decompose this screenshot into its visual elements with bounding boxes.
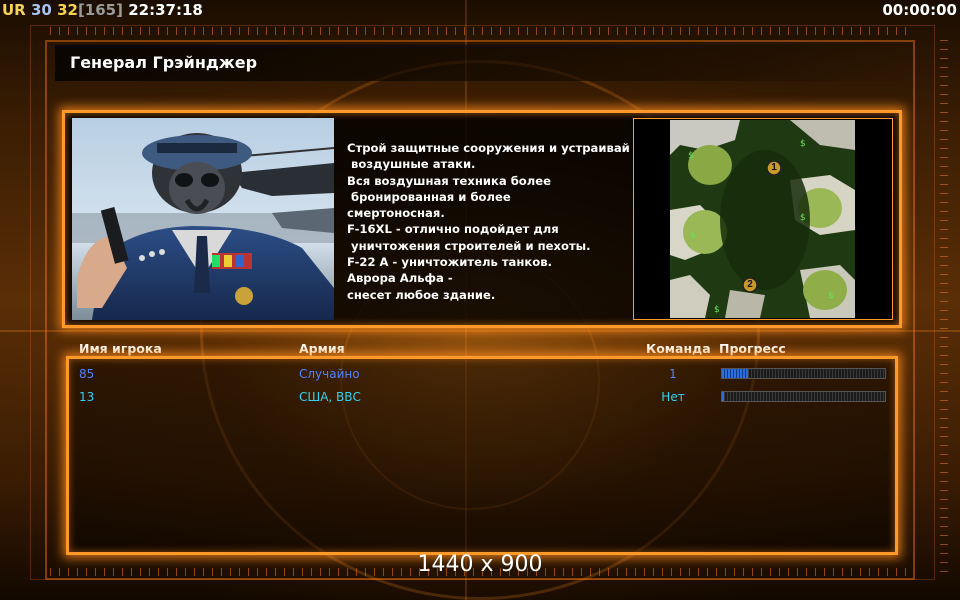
player-team-select-1[interactable]: 1: [648, 367, 698, 381]
svg-text:$: $: [800, 139, 806, 149]
player-name-2[interactable]: 13: [79, 390, 94, 404]
description-line: F-16XL - отлично подойдет для: [347, 222, 559, 237]
description-line: смертоносная.: [347, 206, 445, 221]
player-progress-bar-1: [721, 368, 886, 379]
general-portrait-image: [72, 118, 334, 320]
player-army-select-2[interactable]: США, ВВС: [299, 390, 361, 404]
description-line: уничтожения строителей и пехоты.: [347, 238, 591, 253]
hud-stats: UR 30 32[165] 22:37:18: [2, 0, 203, 20]
description-line: бронированная и более: [347, 189, 511, 204]
general-title: Генерал Грэйнджер: [70, 53, 258, 72]
svg-text:$: $: [688, 151, 694, 161]
player-progress-bar-2: [721, 391, 886, 402]
hud-timer: 00:00:00: [882, 1, 957, 19]
description-line: Аврора Альфа -: [347, 271, 453, 286]
player-progress-fill-2: [722, 392, 724, 401]
header-progress: Прогресс: [719, 341, 786, 356]
svg-text:$: $: [828, 291, 834, 301]
resolution-label: 1440 x 900: [417, 552, 543, 577]
hud-ur-label: UR: [2, 1, 26, 19]
description-line: снесет любое здание.: [347, 287, 496, 302]
player-army-select-1[interactable]: Случайно: [299, 367, 360, 381]
map-preview: $ $ $ $ $ $ 1 2: [670, 120, 855, 318]
hud-value-a: 30: [30, 1, 52, 19]
player-progress-fill-1: [722, 369, 749, 378]
general-portrait: [72, 118, 334, 320]
ruler-ticks-top: [50, 27, 910, 35]
description-line: воздушные атаки.: [347, 157, 476, 172]
header-player-name: Имя игрока: [79, 341, 162, 356]
description-line: Строй защитные сооружения и устраивай: [347, 141, 630, 155]
description-line: F-22 A - уничтожитель танков.: [347, 255, 552, 270]
svg-text:$: $: [690, 231, 696, 241]
general-description: Строй защитные сооружения и устраивай во…: [347, 140, 632, 303]
hud-value-b: 32: [57, 1, 78, 19]
header-army: Армия: [299, 341, 345, 356]
header-team: Команда: [646, 341, 711, 356]
player-team-select-2[interactable]: Нет: [648, 390, 698, 404]
start-position-1[interactable]: 1: [767, 161, 781, 175]
player-name-1[interactable]: 85: [79, 367, 94, 381]
start-position-2[interactable]: 2: [743, 278, 757, 292]
ruler-ticks-right: [940, 40, 948, 580]
hud-clock: 22:37:18: [128, 1, 203, 19]
svg-text:$: $: [714, 305, 720, 315]
hud-value-c: [165]: [77, 1, 123, 19]
description-line: Вся воздушная техника более: [347, 173, 551, 188]
players-panel: [66, 356, 898, 555]
svg-text:$: $: [800, 213, 806, 223]
map-image: $ $ $ $ $ $: [670, 120, 855, 318]
